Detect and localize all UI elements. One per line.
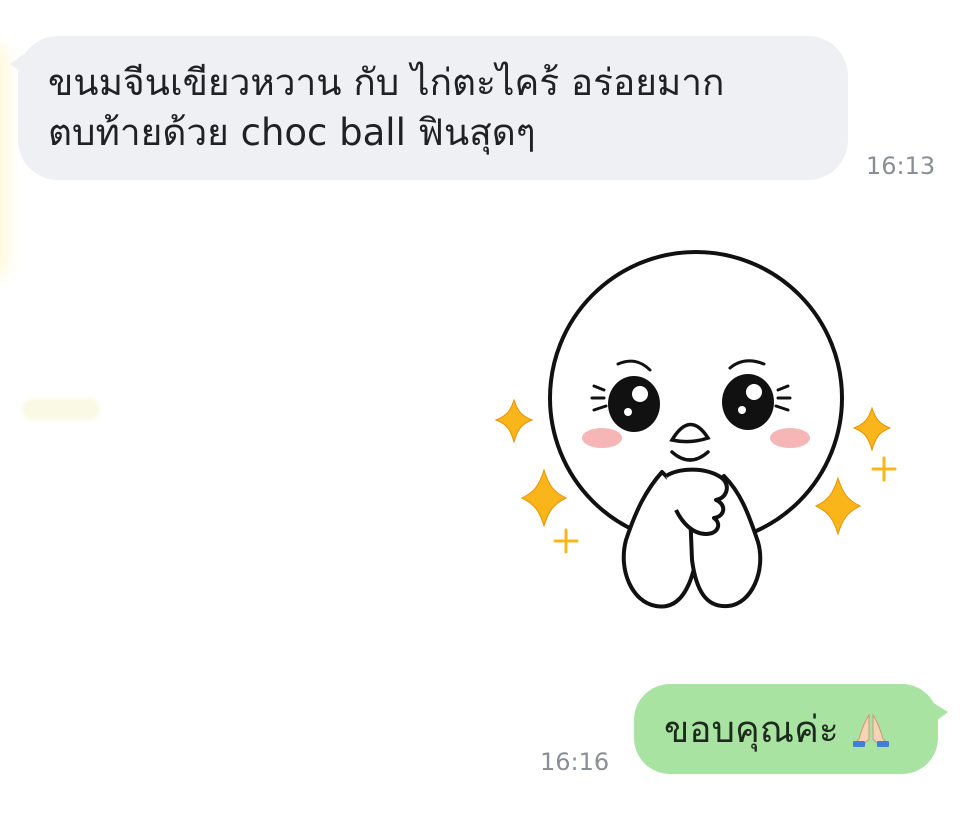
incoming-message-bubble[interactable]: ขนมจีนเขียวหวาน กับ ไก่ตะไคร้ อร่อยมาก ต… [10, 36, 848, 180]
outgoing-message-bubble[interactable]: ขอบคุณค่ะ [634, 684, 948, 774]
folded-hands-icon [851, 709, 891, 749]
message-text-line: ขนมจีนเขียวหวาน กับ ไก่ตะไคร้ อร่อยมาก [48, 61, 725, 104]
partial-sticker-edge [0, 40, 10, 280]
bubble-tail [932, 702, 948, 724]
praying-moon-sticker[interactable] [486, 240, 926, 630]
message-text: ขอบคุณค่ะ [664, 707, 839, 751]
message-text-line: ตบท้ายด้วย choc ball ฟินสุดๆ [48, 111, 536, 154]
message-timestamp: 16:13 [866, 152, 936, 180]
bubble-tail [10, 54, 24, 74]
partial-sticker-edge [22, 398, 100, 420]
message-timestamp: 16:16 [540, 748, 610, 776]
